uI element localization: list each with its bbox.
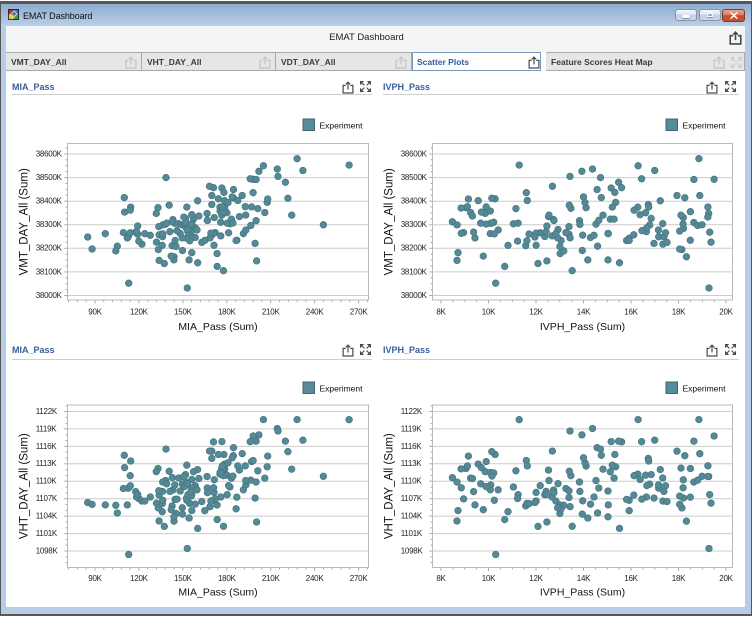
svg-text:120K: 120K: [130, 308, 149, 317]
svg-text:240K: 240K: [306, 574, 325, 583]
svg-text:38300K: 38300K: [36, 220, 63, 229]
svg-text:210K: 210K: [262, 308, 281, 317]
svg-text:IVPH_Pass (Sum): IVPH_Pass (Sum): [540, 587, 625, 599]
svg-text:1101K: 1101K: [401, 529, 423, 538]
svg-text:8K: 8K: [436, 308, 446, 317]
svg-text:18K: 18K: [672, 574, 686, 583]
svg-text:150K: 150K: [174, 308, 193, 317]
svg-text:VHT_DAY_All (Sum): VHT_DAY_All (Sum): [384, 433, 396, 539]
svg-text:1116K: 1116K: [401, 442, 423, 451]
svg-text:1098K: 1098K: [36, 546, 59, 555]
svg-text:Experiment: Experiment: [683, 121, 727, 131]
svg-text:1104K: 1104K: [36, 512, 58, 521]
svg-text:20K: 20K: [719, 308, 733, 317]
svg-text:Experiment: Experiment: [683, 384, 727, 394]
svg-text:210K: 210K: [262, 574, 281, 583]
svg-text:240K: 240K: [306, 308, 325, 317]
svg-text:38100K: 38100K: [401, 267, 428, 276]
svg-text:VMT_DAY_All (Sum): VMT_DAY_All (Sum): [384, 168, 396, 275]
svg-text:12K: 12K: [529, 574, 543, 583]
svg-text:1107K: 1107K: [401, 494, 423, 503]
svg-text:10K: 10K: [482, 574, 496, 583]
svg-text:1107K: 1107K: [36, 494, 58, 503]
svg-text:38300K: 38300K: [401, 220, 428, 229]
svg-text:90K: 90K: [88, 308, 102, 317]
svg-text:1113K: 1113K: [401, 459, 423, 468]
svg-text:38200K: 38200K: [36, 244, 63, 253]
svg-text:38400K: 38400K: [401, 197, 428, 206]
svg-text:180K: 180K: [218, 308, 237, 317]
svg-text:38400K: 38400K: [36, 197, 63, 206]
svg-text:38500K: 38500K: [36, 173, 63, 182]
svg-text:1119K: 1119K: [36, 424, 58, 433]
svg-text:1110K: 1110K: [401, 477, 423, 486]
svg-text:38200K: 38200K: [401, 244, 428, 253]
svg-text:1119K: 1119K: [401, 424, 423, 433]
svg-text:180K: 180K: [218, 574, 237, 583]
svg-text:1122K: 1122K: [401, 407, 423, 416]
svg-text:1098K: 1098K: [401, 546, 424, 555]
svg-text:14K: 14K: [577, 574, 591, 583]
svg-text:38600K: 38600K: [401, 149, 428, 158]
svg-text:270K: 270K: [350, 574, 369, 583]
svg-text:20K: 20K: [719, 574, 733, 583]
svg-text:10K: 10K: [482, 308, 496, 317]
svg-text:1101K: 1101K: [36, 529, 58, 538]
svg-text:38000K: 38000K: [401, 291, 428, 300]
svg-text:18K: 18K: [672, 308, 686, 317]
svg-text:1104K: 1104K: [401, 512, 423, 521]
svg-text:1116K: 1116K: [36, 442, 58, 451]
svg-text:16K: 16K: [624, 308, 638, 317]
svg-text:38500K: 38500K: [401, 173, 428, 182]
svg-text:8K: 8K: [436, 574, 446, 583]
svg-text:1113K: 1113K: [36, 459, 58, 468]
svg-text:MIA_Pass (Sum): MIA_Pass (Sum): [178, 587, 257, 599]
svg-text:12K: 12K: [529, 308, 543, 317]
svg-text:120K: 120K: [130, 574, 149, 583]
svg-text:38600K: 38600K: [36, 149, 63, 158]
svg-text:1110K: 1110K: [36, 477, 58, 486]
svg-text:90K: 90K: [88, 574, 102, 583]
svg-text:1122K: 1122K: [36, 407, 58, 416]
svg-text:IVPH_Pass (Sum): IVPH_Pass (Sum): [540, 321, 625, 333]
svg-text:16K: 16K: [624, 574, 638, 583]
svg-text:270K: 270K: [350, 308, 369, 317]
svg-text:VHT_DAY_All (Sum): VHT_DAY_All (Sum): [19, 433, 31, 539]
svg-text:Experiment: Experiment: [320, 121, 364, 131]
svg-text:150K: 150K: [174, 574, 193, 583]
svg-text:VMT_DAY_All (Sum): VMT_DAY_All (Sum): [19, 168, 31, 275]
svg-text:Experiment: Experiment: [320, 384, 364, 394]
svg-text:MIA_Pass (Sum): MIA_Pass (Sum): [178, 321, 257, 333]
svg-text:14K: 14K: [577, 308, 591, 317]
svg-text:38000K: 38000K: [36, 291, 63, 300]
svg-text:38100K: 38100K: [36, 267, 63, 276]
